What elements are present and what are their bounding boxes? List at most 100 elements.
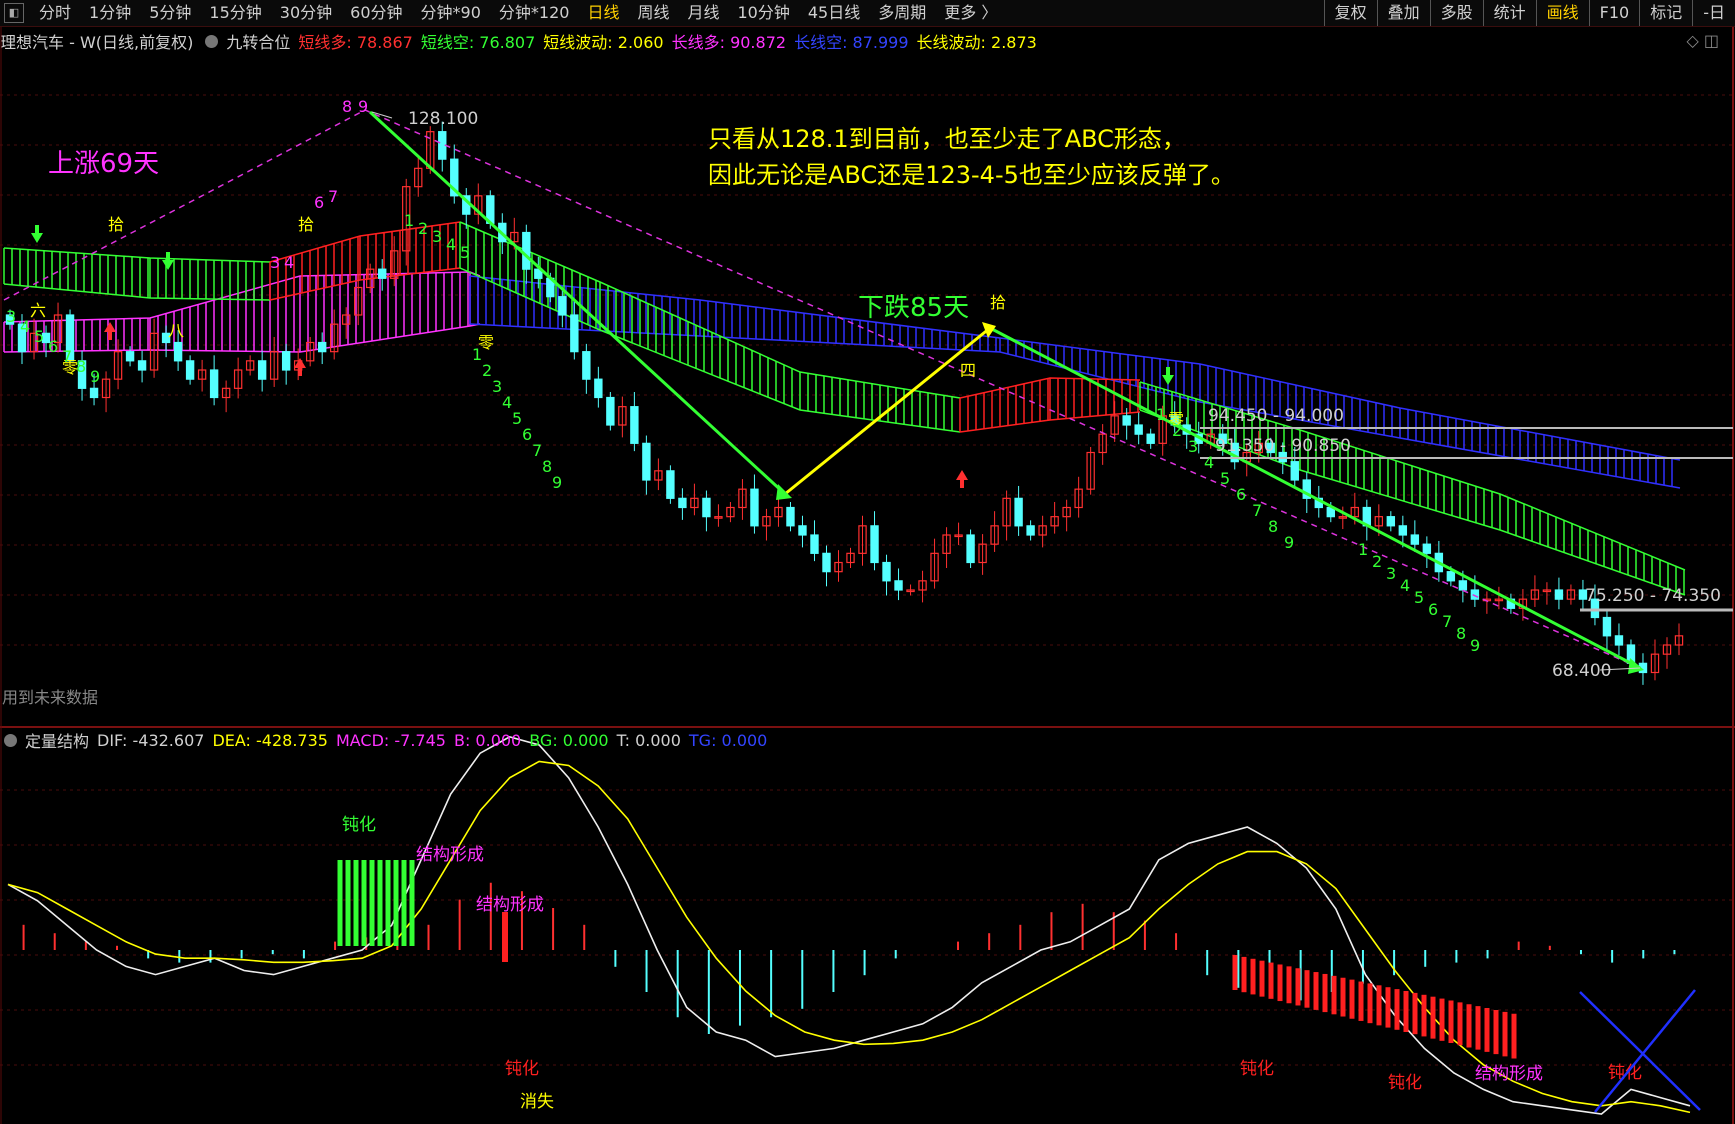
macd-label-dunhua-2: 钝化 — [505, 1059, 539, 1079]
candle-body — [882, 561, 891, 582]
sell-arrow-icon — [104, 322, 116, 340]
candle-body — [606, 396, 615, 426]
nine-count-a: 4 — [20, 317, 30, 336]
note-line-1: 只看从128.1到目前，也至少走了ABC形态， — [708, 125, 1186, 153]
level-3-label: 75.250 - 74.350 — [1585, 586, 1721, 606]
nine-count-f: 8 — [542, 457, 552, 476]
low-price-label: 68.400 — [1552, 661, 1611, 681]
nine-count-g: 1 — [1156, 405, 1166, 424]
nine-count-e: 4 — [284, 253, 294, 272]
macd-label-dunhua-4: 钝化 — [1388, 1073, 1422, 1093]
sell-arrow-icon — [956, 470, 968, 488]
nine-count-c: 7 — [328, 187, 338, 206]
candle-body — [1290, 461, 1299, 481]
candle-body — [642, 442, 651, 481]
candle-body — [1554, 589, 1564, 600]
tg-value: TG: 0.000 — [688, 730, 768, 750]
candle-body — [798, 525, 807, 536]
nine-count-h: 3 — [1386, 564, 1396, 583]
nine-count-g: 4 — [1204, 453, 1214, 472]
nine-count-g: 9 — [1284, 533, 1294, 552]
nine-count-d: 3 — [432, 227, 442, 246]
nine-count-f: 2 — [482, 361, 492, 380]
candle-body — [822, 552, 831, 573]
candle-body — [786, 506, 795, 527]
nine-count-g: 8 — [1268, 517, 1278, 536]
mark-shi-3: 拾 — [990, 293, 1006, 312]
nine-count-f: 9 — [552, 473, 562, 492]
macd-label-dunhua-5: 钝化 — [1608, 1063, 1642, 1083]
macd-label-dunhua-3: 钝化 — [1240, 1059, 1274, 1079]
nine-count-d: 1 — [404, 211, 414, 230]
candle-body — [1422, 543, 1432, 554]
level-2-label: 91.350 - 90.850 — [1215, 436, 1351, 456]
macd-value: MACD: -7.745 — [335, 730, 446, 750]
candle-body — [870, 525, 879, 564]
nine-count-g: 5 — [1220, 469, 1230, 488]
macd-indicator-name[interactable]: 定量结构 — [25, 728, 89, 752]
nine-count-d: 4 — [446, 235, 456, 254]
candle-body — [1026, 525, 1035, 536]
nine-count-g: 2 — [1172, 421, 1182, 440]
macd-toggle-icon[interactable] — [4, 733, 17, 747]
candle-body — [317, 341, 327, 353]
candle-body — [1470, 589, 1480, 600]
candle-body — [1386, 516, 1396, 527]
nine-count-g: 6 — [1236, 485, 1246, 504]
mark-shi-1: 拾 — [108, 215, 124, 234]
candle-body — [257, 360, 267, 380]
nine-count-a: 3 — [6, 307, 16, 326]
nine-count-b: 9 — [358, 97, 368, 116]
trend-dashed-line — [3, 109, 1641, 669]
nine-count-h: 9 — [1470, 636, 1480, 655]
nine-count-a: 6 — [48, 337, 58, 356]
blue-band-bottom — [469, 323, 1681, 489]
blue-band — [469, 275, 1681, 489]
candle-body — [1146, 433, 1155, 444]
nine-count-d: 5 — [460, 243, 470, 262]
nine-count-h: 1 — [1358, 540, 1368, 559]
note-line-2: 因此无论是ABC还是123-4-5也至少应该反弹了。 — [708, 161, 1235, 189]
candle-body — [137, 360, 147, 371]
macd-label-structure-2: 结构形成 — [476, 895, 544, 915]
mark-liu: 六 — [30, 301, 46, 320]
nine-count-h: 8 — [1456, 624, 1466, 643]
macd-label-structure-3: 结构形成 — [1475, 1064, 1543, 1084]
macd-info-bar: 定量结构 DIF: -432.607 DEA: -428.735 MACD: -… — [0, 727, 1735, 753]
nine-count-a: 7 — [62, 347, 72, 366]
candle-body — [1134, 424, 1143, 435]
macd-label-structure-1: 结构形成 — [416, 845, 484, 865]
candle-body — [378, 268, 387, 279]
candle-body — [522, 231, 531, 270]
candle-body — [281, 351, 291, 371]
candle-body — [1122, 415, 1131, 426]
macd-label-disappear: 消失 — [520, 1092, 554, 1112]
nine-count-e: 3 — [270, 253, 280, 272]
candle-body — [630, 406, 639, 444]
nine-count-h: 5 — [1414, 588, 1424, 607]
nine-count-g: 3 — [1188, 437, 1198, 456]
candle-body — [558, 296, 567, 316]
candle-body — [1446, 571, 1456, 582]
b-value: B: 0.000 — [453, 730, 522, 750]
candle-body — [810, 534, 819, 554]
wave-c-line — [989, 326, 1641, 670]
nine-count-f: 4 — [502, 393, 512, 412]
mark-shi-2: 拾 — [298, 215, 314, 234]
candle-body — [750, 488, 759, 527]
candle-body — [125, 351, 135, 362]
kline-chart[interactable]: 128.100 68.400 94.450 - 94.000 91.350 - 90.… — [0, 0, 1735, 1124]
nine-count-h: 4 — [1400, 576, 1410, 595]
mark-si: 四 — [960, 361, 976, 380]
fall-days-label: 下跌85天 — [858, 293, 969, 323]
blue-band-top — [469, 275, 1681, 461]
nine-count-h: 6 — [1428, 600, 1438, 619]
nine-count-a: 8 — [76, 357, 86, 376]
candle-body — [1614, 635, 1624, 646]
candle-body — [1602, 616, 1612, 637]
candle-body — [209, 369, 219, 399]
buy-arrow-icon — [162, 252, 174, 270]
nine-count-f: 7 — [532, 441, 542, 460]
candle-body — [966, 534, 975, 564]
nine-count-c: 6 — [314, 193, 324, 212]
